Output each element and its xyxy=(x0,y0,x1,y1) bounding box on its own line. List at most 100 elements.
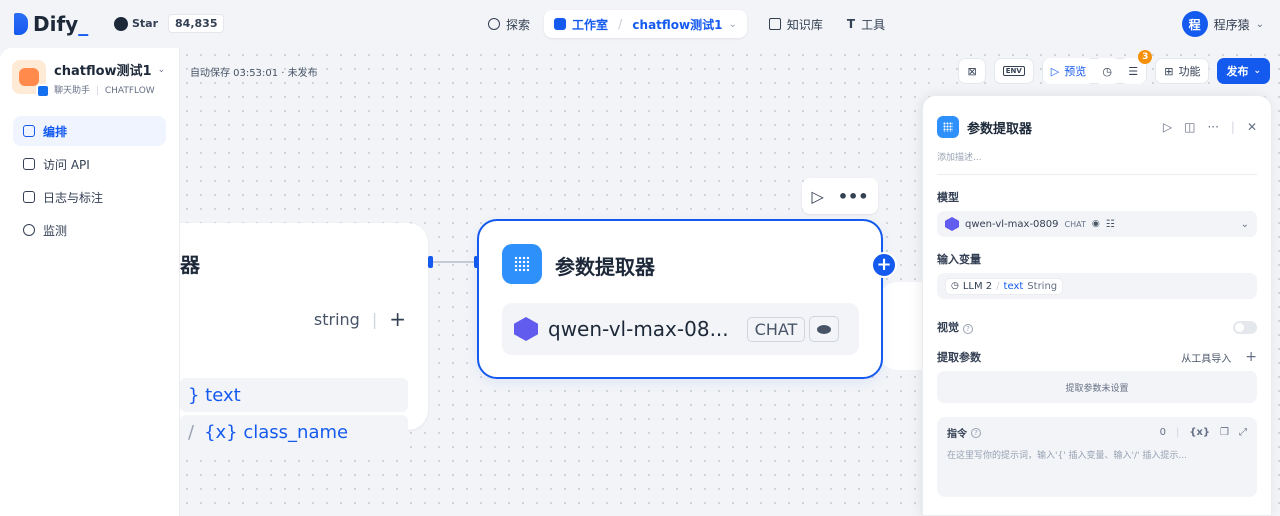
nav-knowledge[interactable]: 知识库 xyxy=(759,10,833,38)
vision-icon xyxy=(809,316,840,342)
publish-button[interactable]: 发布 ⌄ xyxy=(1217,58,1270,84)
help-icon: ? xyxy=(971,427,981,438)
app-sidebar: chatflow测试1 ⌄ 聊天助手 | CHATFLOW 编排 访问 API … xyxy=(0,48,180,516)
extract-params-row: 提取参数 从工具导入 + xyxy=(923,349,1271,365)
dify-logo-icon xyxy=(14,13,28,35)
variable-row: } text xyxy=(180,378,408,412)
vision-label-wrap: 视觉? xyxy=(937,319,973,335)
instruction-label: 指令 xyxy=(947,429,967,440)
publish-label: 发布 xyxy=(1226,65,1249,78)
input-label: 输入变量 xyxy=(937,253,981,266)
help-icon: ? xyxy=(963,324,973,334)
output-type-row: string | + xyxy=(313,307,406,331)
chevron-down-icon: ⌄ xyxy=(1240,218,1249,230)
dify-logo[interactable]: Dify _ xyxy=(14,12,88,36)
checklist-icon: ☰ xyxy=(1128,64,1139,78)
file-list-icon xyxy=(23,191,35,203)
nav-studio[interactable]: 工作室 / chatflow测试1 ⌄ xyxy=(544,10,747,38)
model-section-label: 模型 xyxy=(923,189,1271,205)
extract-actions: 从工具导入 + xyxy=(1181,349,1257,365)
insert-variable-icon[interactable]: {x} xyxy=(1189,427,1210,438)
vision-toggle[interactable] xyxy=(1233,320,1257,334)
run-group: ▷ 预览 ◷ ☰ 3 xyxy=(1041,50,1153,84)
play-icon: ▷ xyxy=(1050,64,1060,78)
panel-header: 参数提取器 ▷ ◫ ··· | ✕ xyxy=(923,96,1271,144)
preview-label: 预览 xyxy=(1064,65,1087,78)
node-actions: ▷ ••• xyxy=(802,178,878,214)
sidebar-item-orchestrate[interactable]: 编排 xyxy=(13,116,166,146)
logo-text: Dify xyxy=(33,12,79,36)
panel-title[interactable]: 参数提取器 xyxy=(967,118,1163,137)
parameter-extractor-node[interactable]: 参数提取器 qwen-vl-max-08... CHAT + xyxy=(477,219,897,379)
extract-params-label: 提取参数 xyxy=(937,351,981,364)
chatflow-badge-icon xyxy=(36,84,50,98)
run-node-icon[interactable]: ▷ xyxy=(812,187,824,206)
node-model-display: qwen-vl-max-08... CHAT xyxy=(502,303,859,355)
user-menu[interactable]: 程 程序猿 ⌄ xyxy=(1181,11,1264,37)
edge-connector xyxy=(433,261,477,263)
chevron-down-icon: ⌄ xyxy=(1255,18,1264,30)
expand-icon[interactable]: ⤢ xyxy=(1239,427,1247,438)
add-next-node-button[interactable]: + xyxy=(871,252,897,278)
app-meta: 聊天助手 | CHATFLOW xyxy=(54,86,155,96)
more-icon[interactable]: ••• xyxy=(838,187,869,206)
terminal-icon xyxy=(23,158,35,170)
sidebar-item-monitor[interactable]: 监测 xyxy=(13,215,166,245)
nav-tools[interactable]: T 工具 xyxy=(837,10,895,38)
parameter-extractor-icon xyxy=(937,116,959,138)
nav-explore-label: 探索 xyxy=(506,17,531,32)
book-icon xyxy=(768,18,781,30)
variable-row: / {x} class_name xyxy=(180,415,408,449)
grid-icon: ⊞ xyxy=(1164,64,1174,78)
nav-knowledge-label: 知识库 xyxy=(786,17,823,32)
vision-row: 视觉? xyxy=(923,319,1271,335)
run-node-icon[interactable]: ▷ xyxy=(1163,120,1172,134)
dashboard-icon xyxy=(23,224,35,236)
main-nav: 探索 工作室 / chatflow测试1 ⌄ 知识库 T 工具 xyxy=(478,10,895,38)
canvas-toolbar: ⊠ ENV ▷ 预览 ◷ ☰ 3 ⊞ 功能 发布 ⌄ xyxy=(958,50,1270,84)
instruction-editor[interactable]: 指令 ? 0 | {x} ❐ ⤢ 在这里写你的提示词，输入'{' 插入变量、输入… xyxy=(937,417,1257,497)
model-selector[interactable]: qwen-vl-max-0809 CHAT ◉ ☷ ⌄ xyxy=(937,211,1257,237)
copy-icon[interactable]: ❐ xyxy=(1220,427,1229,438)
instruction-tools: 0 | {x} ❐ ⤢ xyxy=(1159,427,1247,438)
input-var-name: text xyxy=(1003,280,1024,292)
clear-icon: ⊠ xyxy=(967,64,977,78)
checklist-count: 3 xyxy=(1138,50,1153,64)
sidebar-item-logs[interactable]: 日志与标注 xyxy=(13,182,166,212)
features-button[interactable]: ⊞ 功能 xyxy=(1155,58,1210,84)
input-variable-selector[interactable]: ◷ LLM 2 / text String xyxy=(937,273,1257,299)
model-name: qwen-vl-max-0809 xyxy=(965,218,1059,230)
clear-run-button[interactable]: ⊠ xyxy=(958,58,986,84)
sidebar-item-api[interactable]: 访问 API xyxy=(13,149,166,179)
app-info[interactable]: chatflow测试1 ⌄ 聊天助手 | CHATFLOW xyxy=(0,48,179,108)
more-icon[interactable]: ··· xyxy=(1207,120,1218,134)
settings-sliders-icon[interactable]: ☷ xyxy=(1106,219,1115,230)
description-input[interactable]: 添加描述... xyxy=(923,144,1271,174)
node-config-panel: 参数提取器 ▷ ◫ ··· | ✕ 添加描述... 模型 qwen-vl-max… xyxy=(922,95,1272,516)
extract-params-empty: 提取参数未设置 xyxy=(937,371,1257,403)
char-count: 0 xyxy=(1159,427,1166,438)
preview-button[interactable]: ▷ 预览 xyxy=(1042,58,1095,84)
app-avatar xyxy=(12,60,50,98)
split-view-icon[interactable]: ◫ xyxy=(1184,120,1195,134)
llm-node-icon: ◷ xyxy=(951,281,959,291)
env-button[interactable]: ENV xyxy=(993,58,1034,84)
github-icon xyxy=(114,16,128,31)
app-name-text: chatflow测试1 xyxy=(54,64,152,79)
input-var-type: String xyxy=(1027,280,1058,292)
compass-icon xyxy=(488,18,500,30)
chevron-down-icon: ⌄ xyxy=(728,18,737,30)
sidebar-item-label: 访问 API xyxy=(43,157,90,172)
instruction-placeholder[interactable]: 在这里写你的提示词，输入'{' 插入变量、输入'/' 插入提示... xyxy=(947,448,1247,461)
add-icon[interactable]: + xyxy=(389,307,406,331)
classifier-node[interactable]: 器 string | + } text / {x} class_name xyxy=(180,223,428,449)
app-name: chatflow测试1 ⌄ xyxy=(54,60,165,79)
history-button[interactable]: ◷ xyxy=(1094,58,1121,84)
instruction-header: 指令 ? 0 | {x} ❐ ⤢ xyxy=(947,425,1247,440)
close-icon[interactable]: ✕ xyxy=(1247,120,1257,134)
add-icon[interactable]: + xyxy=(1245,349,1257,365)
nav-explore[interactable]: 探索 xyxy=(478,10,540,38)
checklist-button[interactable]: ☰ 3 xyxy=(1120,50,1153,84)
import-from-tool-button[interactable]: 从工具导入 xyxy=(1181,350,1231,365)
github-star-link[interactable]: Star 84,835 xyxy=(114,14,225,33)
